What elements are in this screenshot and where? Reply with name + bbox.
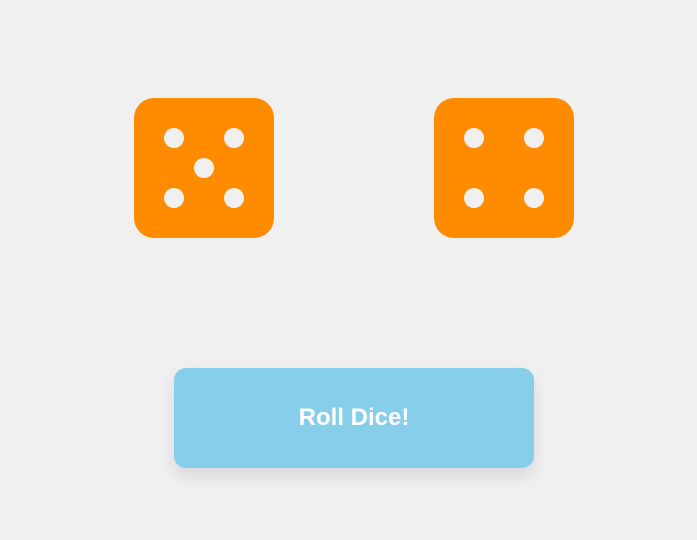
die-pip bbox=[464, 188, 484, 208]
die-2 bbox=[434, 98, 574, 238]
die-pip bbox=[164, 188, 184, 208]
dice-game: Roll Dice! bbox=[0, 0, 697, 540]
die-pip bbox=[224, 188, 244, 208]
roll-dice-button[interactable]: Roll Dice! bbox=[174, 368, 534, 468]
die-pip bbox=[164, 128, 184, 148]
roll-dice-button-label: Roll Dice! bbox=[298, 404, 410, 431]
die-pip bbox=[194, 158, 214, 178]
die-pip bbox=[524, 188, 544, 208]
die-1 bbox=[134, 98, 274, 238]
die-pip bbox=[464, 128, 484, 148]
die-pip bbox=[524, 128, 544, 148]
die-pip bbox=[224, 128, 244, 148]
